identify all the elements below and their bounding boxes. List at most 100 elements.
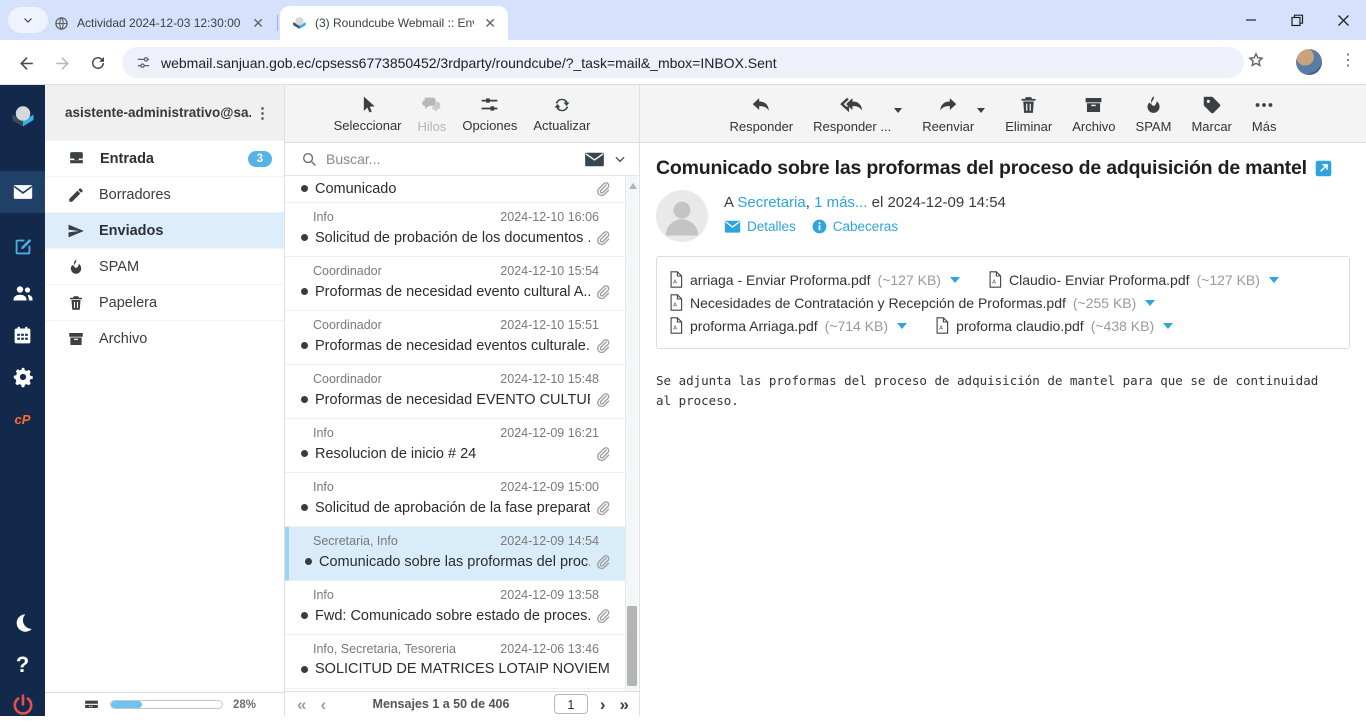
spam-button[interactable]: SPAM — [1136, 94, 1172, 134]
bookmark-star-icon[interactable] — [1246, 50, 1266, 70]
attachment-item[interactable]: A proforma Arriaga.pdf (~714 KB) — [669, 317, 907, 334]
reply-button[interactable]: Responder — [730, 94, 794, 134]
sidebar-item-inbox[interactable]: Entrada 3 — [45, 140, 284, 176]
sidebar-item-drafts[interactable]: Borradores — [45, 176, 284, 212]
list-item[interactable]: Info, Secretaria, Tesoreria2024-12-06 13… — [285, 635, 625, 689]
button-label: SPAM — [1136, 119, 1172, 134]
attachment-item[interactable]: A Claudio- Enviar Proforma.pdf (~127 KB) — [988, 271, 1279, 288]
ellipsis-icon — [1253, 94, 1275, 116]
browser-menu-icon[interactable]: ⋮ — [1340, 50, 1356, 70]
message-date: 2024-12-09 15:00 — [500, 480, 599, 494]
reply-all-button[interactable]: Responder ... — [813, 94, 891, 134]
message-recipient: Coordinador — [313, 318, 382, 332]
reload-button[interactable] — [84, 49, 112, 77]
threads-button[interactable]: Hilos — [418, 94, 447, 134]
attachment-name[interactable]: arriaga - Enviar Proforma.pdf — [690, 272, 871, 288]
attachment-menu-caret[interactable] — [897, 323, 907, 329]
scroll-down-arrow[interactable] — [629, 678, 637, 684]
list-item[interactable]: Coordinador2024-12-10 15:48 Proformas de… — [285, 365, 625, 419]
pagination-bar: « ‹ Mensajes 1 a 50 de 406 › » — [285, 691, 639, 716]
tab-close-icon[interactable]: ✕ — [482, 15, 498, 32]
forward-button[interactable]: Reenviar — [922, 94, 974, 134]
refresh-button[interactable]: Actualizar — [533, 95, 590, 133]
archive-button[interactable]: Archivo — [1072, 94, 1115, 134]
attachment-name[interactable]: proforma claudio.pdf — [956, 318, 1084, 334]
open-in-new-window-icon[interactable] — [1315, 160, 1332, 177]
sidebar-item-spam[interactable]: SPAM — [45, 248, 284, 284]
list-item[interactable]: Info2024-12-09 13:58 Fwd: Comunicado sob… — [285, 581, 625, 635]
window-restore-button[interactable] — [1274, 0, 1320, 40]
attachment-menu-caret[interactable] — [950, 277, 960, 283]
settings-nav-button[interactable] — [0, 357, 45, 397]
scrollbar-thumb[interactable] — [627, 606, 637, 686]
attachment-name[interactable]: proforma Arriaga.pdf — [690, 318, 818, 334]
attachment-menu-caret[interactable] — [1145, 300, 1155, 306]
list-item[interactable]: Info2024-12-10 16:06 Solicitud de probac… — [285, 203, 625, 257]
search-input[interactable] — [326, 151, 576, 167]
attachment-menu-caret[interactable] — [1163, 323, 1173, 329]
delete-button[interactable]: Eliminar — [1005, 94, 1052, 134]
select-button[interactable]: Seleccionar — [334, 95, 402, 133]
calendar-nav-button[interactable] — [0, 315, 45, 355]
forward-button[interactable] — [48, 49, 76, 77]
message-subject-title: Comunicado sobre las proformas del proce… — [656, 157, 1307, 180]
headers-link[interactable]: Cabeceras — [812, 219, 898, 234]
attachment-name[interactable]: Claudio- Enviar Proforma.pdf — [1009, 272, 1190, 288]
back-button[interactable] — [12, 49, 40, 77]
attachment-icon — [594, 553, 611, 570]
list-item[interactable]: Info2024-12-09 16:21 Resolucion de inici… — [285, 419, 625, 473]
browser-tab-roundcube[interactable]: (3) Roundcube Webmail :: Envia ✕ — [280, 6, 508, 40]
cpanel-logo[interactable]: cP — [0, 399, 45, 439]
mail-nav-button[interactable] — [0, 171, 45, 213]
more-button[interactable]: Más — [1252, 94, 1277, 134]
browser-tab-activity[interactable]: Actividad 2024-12-03 12:30:00 ✕ — [42, 6, 276, 40]
site-settings-icon[interactable] — [136, 55, 151, 70]
window-close-button[interactable] — [1320, 0, 1366, 40]
search-scope-mail-icon[interactable] — [584, 151, 605, 168]
list-item[interactable]: Coordinador2024-12-10 15:54 Proformas de… — [285, 257, 625, 311]
list-item[interactable]: Comunicado — [285, 176, 625, 203]
tab-close-icon[interactable]: ✕ — [250, 15, 266, 32]
list-scrollbar[interactable] — [625, 176, 638, 691]
options-button[interactable]: Opciones — [462, 94, 517, 133]
recipient-link[interactable]: Secretaria — [737, 194, 805, 211]
last-page-button[interactable]: » — [618, 696, 631, 713]
dark-mode-button[interactable] — [0, 603, 45, 643]
account-menu-icon[interactable]: ⋮ — [251, 104, 274, 122]
tab-title: Actividad 2024-12-03 12:30:00 — [77, 16, 242, 30]
list-item-selected[interactable]: Secretaria, Info2024-12-09 14:54 Comunic… — [285, 527, 625, 581]
attachment-menu-caret[interactable] — [1269, 277, 1279, 283]
attachment-item[interactable]: A Necesidades de Contratación y Recepció… — [669, 294, 1155, 311]
url-text[interactable]: webmail.sanjuan.gob.ec/cpsess6773850452/… — [161, 55, 777, 71]
status-dot — [301, 185, 308, 192]
help-button[interactable]: ? — [0, 645, 45, 685]
compose-button[interactable] — [0, 227, 45, 267]
scroll-up-arrow[interactable] — [629, 183, 637, 189]
message-date: 2024-12-09 14:54 — [500, 534, 599, 548]
sidebar-item-sent[interactable]: Enviados — [45, 212, 284, 248]
attachment-item[interactable]: A arriaga - Enviar Proforma.pdf (~127 KB… — [669, 271, 960, 288]
mark-button[interactable]: Marcar — [1191, 94, 1231, 134]
forward-menu-caret[interactable] — [977, 108, 985, 113]
reply-all-menu-caret[interactable] — [894, 108, 902, 113]
svg-text:A: A — [992, 280, 996, 286]
sidebar-item-archive[interactable]: Archivo — [45, 320, 284, 356]
attachment-name[interactable]: Necesidades de Contratación y Recepción … — [690, 295, 1066, 311]
more-recipients-link[interactable]: 1 más... — [814, 194, 867, 211]
prev-page-button[interactable]: ‹ — [318, 696, 328, 713]
list-item[interactable]: Coordinador2024-12-10 15:51 Proformas de… — [285, 311, 625, 365]
list-item[interactable]: Info2024-12-09 15:00 Solicitud de aproba… — [285, 473, 625, 527]
search-options-chevron-icon[interactable] — [613, 152, 627, 166]
next-page-button[interactable]: › — [598, 696, 608, 713]
first-page-button[interactable]: « — [295, 696, 308, 713]
page-number-input[interactable] — [554, 694, 588, 714]
details-link[interactable]: Detalles — [724, 219, 796, 234]
button-label: Responder ... — [813, 119, 891, 134]
contacts-nav-button[interactable] — [0, 273, 45, 313]
sidebar-item-trash[interactable]: Papelera — [45, 284, 284, 320]
url-bar[interactable]: webmail.sanjuan.gob.ec/cpsess6773850452/… — [122, 47, 1244, 78]
window-minimize-button[interactable] — [1228, 0, 1274, 40]
logout-button[interactable] — [0, 685, 45, 725]
attachment-item[interactable]: A proforma claudio.pdf (~438 KB) — [935, 317, 1173, 334]
browser-profile-avatar[interactable] — [1296, 49, 1322, 75]
